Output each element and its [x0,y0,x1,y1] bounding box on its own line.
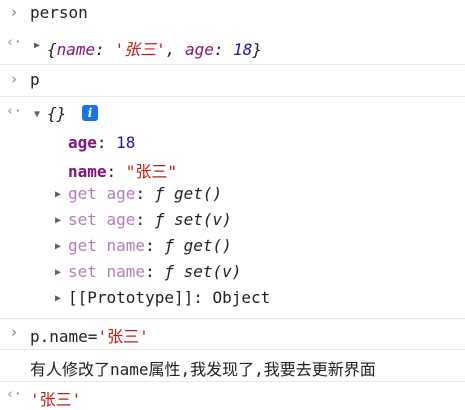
accessor-property[interactable]: get age: ƒ get() [68,184,222,203]
brace-close: } [252,40,263,59]
colon: : [135,184,155,203]
console-input-row: › p.name='张三' [0,318,465,348]
prop-key: name [56,40,96,59]
prop-key: name [68,162,107,181]
expand-arrow-icon[interactable]: ▶ [55,215,61,226]
console-log-row: 有人修改了name属性,我发现了,我要去更新界面 [0,349,465,380]
accessor-property[interactable]: set age: ƒ set(v) [68,210,232,229]
input-code: p [30,70,40,89]
colon: : [145,236,165,255]
console-output-row: ‹· '张三' [0,381,465,410]
accessor-label: set name [68,262,146,281]
colon: : [95,40,115,59]
accessor-label: get age [68,184,136,203]
code-string: '张三' [97,327,149,346]
prop-value-number: 18 [233,40,253,59]
accessor-function: ƒ get() [154,184,223,203]
console-output-row: ‹· ▼ {} i age: 18 name: "张三" ▶ get age: … [0,96,465,314]
object-property: name: "张三" [68,158,177,182]
prototype-label: [[Prototype]] [68,288,194,307]
input-prompt-icon: › [9,323,19,341]
colon: : [106,162,126,181]
console-input-row: › p [0,64,465,96]
input-code: p.name='张三' [30,323,149,347]
result-value: '张三' [30,390,82,409]
prop-key: age [184,40,214,59]
info-icon[interactable]: i [82,105,98,121]
prop-key: age [68,133,97,152]
colon: : [193,288,213,307]
prop-value-number: 18 [116,133,136,152]
accessor-label: get name [68,236,146,255]
prop-value-string: "张三" [125,162,178,181]
console-output-row: ‹· ▶ {name: '张三', age: 18} [0,30,465,62]
accessor-label: set age [68,210,136,229]
input-prompt-icon: › [9,3,19,21]
accessor-property[interactable]: set name: ƒ set(v) [68,262,241,281]
prop-value-string: '张三' [114,40,166,59]
output-arrow-icon: ‹· [6,104,22,119]
object-preview[interactable]: {name: '张三', age: 18} [47,36,262,60]
colon: : [145,262,165,281]
accessor-function: ƒ get() [164,236,232,255]
expand-arrow-icon[interactable]: ▶ [34,40,40,51]
colon: : [96,133,117,152]
output-arrow-icon: ‹· [6,35,22,50]
accessor-function: ƒ set(v) [154,210,232,229]
console-input-row: › person [0,0,465,30]
colon: : [135,210,155,229]
accessor-property[interactable]: get name: ƒ get() [68,236,232,255]
expand-arrow-icon[interactable]: ▶ [55,241,61,252]
code-expression: p.name= [30,327,98,346]
colon: : [213,40,234,59]
collapse-arrow-icon[interactable]: ▼ [34,109,40,120]
object-property: age: 18 [68,133,135,152]
input-code: person [30,3,88,22]
expand-arrow-icon[interactable]: ▶ [55,189,61,200]
prototype-value: Object [212,288,271,307]
input-prompt-icon: › [9,70,19,88]
expand-arrow-icon[interactable]: ▶ [55,293,61,304]
expand-arrow-icon[interactable]: ▶ [55,267,61,278]
brace-open: { [47,40,57,59]
prototype-property[interactable]: [[Prototype]]: Object [68,288,270,307]
log-message: 有人修改了name属性,我发现了,我要去更新界面 [30,360,376,379]
object-header[interactable]: {} [47,104,66,123]
accessor-function: ƒ set(v) [164,262,242,281]
comma: , [165,40,185,59]
output-arrow-icon: ‹· [6,387,22,402]
